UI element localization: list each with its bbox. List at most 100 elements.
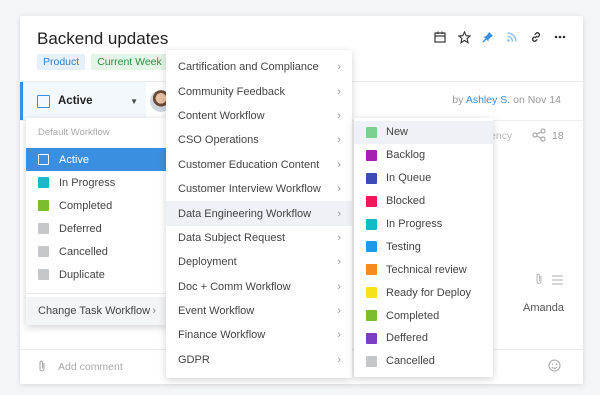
workflow-status-label: Testing bbox=[386, 240, 421, 253]
status-color-swatch bbox=[38, 246, 49, 257]
workflow-menu: Cartification and Compliance › Community F… bbox=[166, 50, 352, 378]
frequency-label: ency bbox=[490, 130, 513, 142]
workflow-status-label: In Queue bbox=[386, 172, 432, 185]
status-color-swatch bbox=[366, 332, 377, 344]
calendar-icon[interactable] bbox=[433, 30, 447, 44]
workflow-status-option[interactable]: Ready for Deploy bbox=[354, 281, 493, 304]
chevron-right-icon: › bbox=[337, 329, 341, 342]
workflow-option-label: GDPR bbox=[178, 353, 210, 366]
byline-date: on Nov 14 bbox=[513, 94, 561, 106]
chevron-right-icon: › bbox=[337, 85, 341, 98]
status-option-label: Cancelled bbox=[59, 245, 108, 258]
status-color-swatch bbox=[38, 154, 49, 165]
workflow-option-label: Customer Education Content bbox=[178, 158, 320, 171]
workflow-option-label: Content Workflow bbox=[178, 109, 265, 122]
workflow-option[interactable]: Doc + Comm Workflow › bbox=[166, 275, 352, 299]
status-option[interactable]: Duplicate bbox=[26, 263, 168, 286]
workflow-status-label: Cancelled bbox=[386, 355, 435, 368]
status-color-swatch bbox=[366, 310, 377, 322]
more-icon[interactable] bbox=[553, 30, 567, 44]
status-option[interactable]: In Progress bbox=[26, 171, 168, 194]
status-option[interactable]: Deferred bbox=[26, 217, 168, 240]
status-option-label: Deferred bbox=[59, 222, 102, 235]
workflow-option-label: Doc + Comm Workflow bbox=[178, 280, 291, 293]
workflow-status-label: Ready for Deploy bbox=[386, 286, 471, 299]
emoji-icon[interactable] bbox=[548, 359, 561, 377]
workflow-option[interactable]: Community Feedback › bbox=[166, 79, 352, 103]
workflow-status-label: Completed bbox=[386, 309, 440, 322]
workflow-option[interactable]: Content Workflow › bbox=[166, 104, 352, 128]
status-menu: Default Workflow Active In Progress Comple… bbox=[26, 118, 168, 325]
workflow-option-label: Finance Workflow bbox=[178, 329, 266, 342]
workflow-option-label: Deployment bbox=[178, 256, 237, 269]
workflow-option[interactable]: Finance Workflow › bbox=[166, 323, 352, 347]
byline-prefix: by bbox=[452, 94, 464, 106]
chevron-right-icon: › bbox=[337, 61, 341, 74]
link-icon[interactable] bbox=[529, 30, 543, 44]
workflow-option[interactable]: Deployment › bbox=[166, 250, 352, 274]
workflow-status-label: Backlog bbox=[386, 149, 426, 162]
workflow-status-option[interactable]: Cancelled bbox=[354, 350, 493, 373]
status-label: Active bbox=[58, 95, 93, 107]
workflow-option[interactable]: Data Engineering Workflow › bbox=[166, 201, 352, 226]
status-option-label: Active bbox=[59, 153, 89, 166]
author-link[interactable]: Ashley S. bbox=[466, 94, 510, 106]
workflow-status-option[interactable]: Completed bbox=[354, 304, 493, 327]
workflow-option[interactable]: CSO Operations › bbox=[166, 128, 352, 152]
workflow-option-label: Cartification and Compliance bbox=[178, 61, 319, 74]
list-icon[interactable] bbox=[552, 272, 563, 290]
workflow-option[interactable]: Event Workflow › bbox=[166, 299, 352, 323]
status-color-swatch bbox=[366, 172, 377, 184]
paperclip-icon[interactable] bbox=[37, 360, 47, 378]
status-menu-heading: Default Workflow bbox=[38, 127, 110, 138]
chevron-right-icon: › bbox=[337, 134, 341, 147]
status-color-swatch bbox=[38, 269, 49, 280]
status-color-swatch bbox=[366, 241, 377, 253]
status-color-swatch bbox=[366, 264, 377, 276]
comment-input[interactable]: Add comment bbox=[58, 361, 123, 373]
workflow-status-option[interactable]: Testing bbox=[354, 235, 493, 258]
workflow-status-option[interactable]: In Queue bbox=[354, 167, 493, 190]
workflow-status-option[interactable]: Deffered bbox=[354, 327, 493, 350]
task-title[interactable]: Backend updates bbox=[37, 29, 168, 49]
star-icon[interactable] bbox=[457, 30, 471, 44]
workflow-status-menu: New Backlog In Queue Blocked In Progress Test… bbox=[354, 118, 493, 377]
byline: by Ashley S. on Nov 14 bbox=[452, 94, 561, 106]
workflow-option[interactable]: Customer Education Content › bbox=[166, 153, 352, 177]
status-checkbox bbox=[37, 94, 50, 108]
status-color-swatch bbox=[366, 195, 377, 207]
status-dropdown[interactable]: Active ▼ bbox=[20, 82, 146, 120]
workflow-status-option[interactable]: Technical review bbox=[354, 258, 493, 281]
workflow-option[interactable]: Cartification and Compliance › bbox=[166, 55, 352, 79]
assignee-name[interactable]: Amanda bbox=[523, 302, 564, 314]
status-option[interactable]: Completed bbox=[26, 194, 168, 217]
status-option[interactable]: Cancelled bbox=[26, 240, 168, 263]
attachment-icon[interactable] bbox=[534, 272, 544, 290]
workflow-status-option[interactable]: New bbox=[354, 121, 493, 144]
workflow-option[interactable]: Customer Interview Workflow › bbox=[166, 177, 352, 201]
chevron-right-icon: › bbox=[337, 231, 341, 244]
workflow-option[interactable]: GDPR › bbox=[166, 348, 352, 372]
chevron-right-icon: › bbox=[337, 256, 341, 269]
chevron-right-icon: › bbox=[337, 207, 341, 220]
pin-icon[interactable] bbox=[481, 30, 495, 44]
change-task-workflow-label: Change Task Workflow bbox=[38, 305, 151, 317]
workflow-option[interactable]: Data Subject Request › bbox=[166, 226, 352, 250]
workflow-status-option[interactable]: Backlog bbox=[354, 144, 493, 167]
chevron-right-icon: › bbox=[337, 280, 341, 293]
status-color-swatch bbox=[38, 200, 49, 211]
chevron-right-icon: › bbox=[337, 305, 341, 318]
workflow-option-label: Data Subject Request bbox=[178, 231, 286, 244]
share-count: 18 bbox=[552, 130, 564, 142]
status-color-swatch bbox=[366, 287, 377, 299]
change-task-workflow-item[interactable]: Change Task Workflow › bbox=[26, 297, 168, 325]
status-option-label: Completed bbox=[59, 199, 113, 212]
rss-icon[interactable] bbox=[505, 30, 519, 44]
caret-down-icon: ▼ bbox=[130, 97, 138, 106]
tag-product[interactable]: Product bbox=[37, 54, 86, 70]
share-icon[interactable] bbox=[532, 128, 546, 147]
workflow-status-option[interactable]: In Progress bbox=[354, 213, 493, 236]
status-option[interactable]: Active bbox=[26, 148, 168, 171]
workflow-status-option[interactable]: Blocked bbox=[354, 190, 493, 213]
tag-current-week[interactable]: Current Week bbox=[91, 54, 168, 70]
